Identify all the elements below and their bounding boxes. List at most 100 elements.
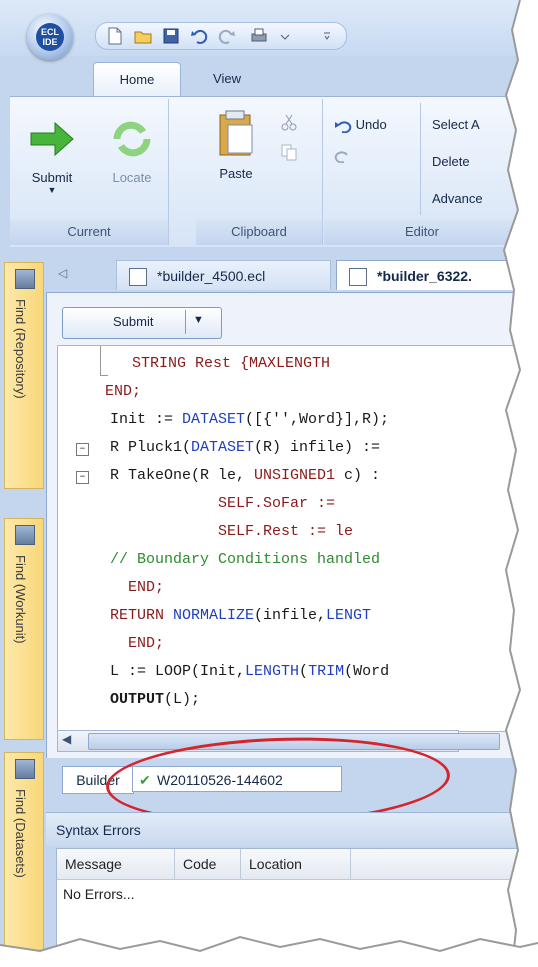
code-line-12: L := LOOP(Init,LENGTH(TRIM(Word bbox=[110, 658, 389, 686]
document-tab-builder-4500[interactable]: *builder_4500.ecl bbox=[116, 260, 331, 290]
cut-icon[interactable] bbox=[280, 113, 298, 134]
application-menu-button[interactable]: ECL IDE bbox=[27, 14, 73, 60]
paste-label: Paste bbox=[219, 166, 253, 181]
ribbon: Submit ▼ Locate Current Paste Clipboard bbox=[10, 96, 520, 247]
code-line-8-comment: // Boundary Conditions handled bbox=[110, 551, 381, 568]
column-header-location[interactable]: Location bbox=[241, 849, 351, 879]
undo-icon[interactable] bbox=[190, 27, 208, 45]
advanced-button[interactable]: Advance bbox=[432, 191, 483, 206]
redo-button[interactable] bbox=[334, 149, 352, 166]
document-tab-builder-6322[interactable]: *builder_6322. bbox=[336, 260, 520, 290]
datasets-icon bbox=[15, 759, 35, 779]
code-token: R TakeOne(R le, bbox=[110, 467, 255, 484]
torn-edge-right bbox=[502, 0, 538, 967]
locate-label: Locate bbox=[112, 170, 152, 185]
code-line-10: RETURN NORMALIZE(infile,LENGT bbox=[110, 602, 371, 630]
table-row: No Errors... bbox=[63, 886, 135, 902]
column-header-message[interactable]: Message bbox=[57, 849, 175, 879]
title-bar: ECL IDE bbox=[0, 0, 520, 60]
column-header-code[interactable]: Code bbox=[175, 849, 241, 879]
code-token: L := LOOP(Init, bbox=[110, 663, 246, 680]
paste-button[interactable]: Paste bbox=[206, 109, 266, 181]
fold-toggle-icon[interactable]: − bbox=[76, 443, 89, 456]
submit-label: Submit bbox=[31, 170, 73, 185]
submit-button[interactable]: Submit ▼ bbox=[22, 119, 82, 195]
code-token: (R) infile) := bbox=[254, 439, 381, 456]
code-line-5: R TakeOne(R le, UNSIGNED1 c) : bbox=[110, 462, 380, 490]
document-tab-label: *builder_6322. bbox=[377, 268, 472, 284]
delete-button[interactable]: Delete bbox=[432, 154, 470, 169]
workunit-icon bbox=[15, 525, 35, 545]
chevron-down-icon[interactable] bbox=[276, 27, 294, 45]
code-token: ( bbox=[299, 663, 309, 680]
code-line-1: STRING Rest {MAXLENGTH bbox=[78, 355, 331, 372]
find-datasets-panel[interactable]: Find (Datasets) bbox=[4, 752, 44, 953]
code-token: (L); bbox=[164, 691, 201, 708]
group-label-clipboard: Clipboard bbox=[196, 219, 322, 245]
fold-toggle-icon[interactable]: − bbox=[76, 471, 89, 484]
undo-arrow-icon bbox=[335, 120, 352, 133]
code-token: c) : bbox=[335, 467, 381, 484]
repository-icon bbox=[15, 269, 35, 289]
submit-split-divider bbox=[185, 310, 186, 334]
code-token-keyword: OUTPUT bbox=[110, 691, 165, 708]
code-token-function: TRIM bbox=[308, 663, 345, 680]
ribbon-group-clipboard: Paste Clipboard bbox=[196, 99, 323, 245]
syntax-errors-header: Syntax Errors bbox=[46, 812, 520, 846]
editor-group-divider bbox=[420, 103, 421, 215]
find-repository-label: Find (Repository) bbox=[13, 299, 28, 399]
select-all-button[interactable]: Select A bbox=[432, 117, 480, 132]
tab-view[interactable]: View bbox=[192, 62, 262, 96]
editor-submit-label: Submit bbox=[113, 314, 154, 329]
find-workunit-label: Find (Workunit) bbox=[13, 555, 28, 644]
code-line-3: Init := DATASET([{'',Word}],R); bbox=[110, 406, 389, 434]
open-folder-icon[interactable] bbox=[134, 27, 152, 45]
redo-icon[interactable] bbox=[218, 27, 236, 45]
code-line-2: END; bbox=[78, 383, 142, 400]
code-editor[interactable]: STRING Rest {MAXLENGTH END; Init := DATA… bbox=[57, 345, 520, 732]
new-file-icon[interactable] bbox=[106, 27, 124, 45]
tab-home[interactable]: Home bbox=[93, 62, 181, 97]
scroll-left-arrow-icon[interactable]: ◀ bbox=[62, 732, 71, 746]
code-token-keyword: RETURN bbox=[110, 607, 174, 624]
document-tab-label: *builder_4500.ecl bbox=[157, 268, 266, 284]
torn-edge-bottom bbox=[0, 935, 538, 967]
code-token-function: LENGT bbox=[326, 607, 372, 624]
print-icon[interactable] bbox=[250, 27, 268, 45]
ecl-ide-window: ECL IDE Home View Submit ▼ Locate Curren… bbox=[0, 0, 520, 953]
code-line-7: SELF.Rest := le bbox=[110, 523, 354, 540]
editor-submit-button[interactable]: Submit ▼ bbox=[62, 307, 222, 339]
group-label-editor: Editor bbox=[324, 219, 520, 245]
code-token: (infile, bbox=[254, 607, 327, 624]
syntax-errors-column-headers: Message Code Location bbox=[57, 849, 520, 880]
group-label-current: Current bbox=[10, 219, 168, 245]
ecl-ide-logo: ECL IDE bbox=[36, 23, 64, 51]
locate-button[interactable]: Locate bbox=[102, 119, 162, 185]
copy-icon[interactable] bbox=[280, 143, 298, 164]
ecl-file-icon bbox=[129, 268, 147, 286]
code-token-keyword: UNSIGNED1 bbox=[254, 467, 336, 484]
scroll-tabs-left-icon[interactable]: ◁ bbox=[58, 266, 67, 280]
paste-clipboard-icon bbox=[219, 110, 253, 156]
code-token-function: LENGTH bbox=[245, 663, 300, 680]
find-workunit-panel[interactable]: Find (Workunit) bbox=[4, 518, 44, 740]
undo-label: Undo bbox=[355, 117, 387, 132]
ecl-file-icon bbox=[349, 268, 367, 286]
code-line-6: SELF.SoFar := bbox=[110, 495, 336, 512]
code-token: (Word bbox=[344, 663, 390, 680]
find-datasets-label: Find (Datasets) bbox=[13, 789, 28, 878]
ribbon-group-current: Submit ▼ Locate Current bbox=[10, 99, 169, 245]
code-token: Init := bbox=[110, 411, 183, 428]
locate-refresh-icon bbox=[113, 121, 151, 157]
document-tab-strip: ◁ *builder_4500.ecl *builder_6322. bbox=[46, 258, 520, 292]
save-icon[interactable] bbox=[162, 27, 180, 45]
customize-toolbar-icon[interactable] bbox=[318, 27, 336, 45]
ribbon-group-editor: Undo Select A Delete Advance Editor bbox=[324, 99, 520, 245]
code-line-11: END; bbox=[110, 635, 165, 652]
code-token-function: DATASET bbox=[182, 411, 246, 428]
undo-button[interactable]: Undo bbox=[334, 117, 387, 133]
find-repository-panel[interactable]: Find (Repository) bbox=[4, 262, 44, 489]
code-line-4: R Pluck1(DATASET(R) infile) := bbox=[110, 434, 380, 462]
submit-dropdown-icon[interactable]: ▼ bbox=[22, 185, 82, 195]
submit-dropdown-chevron-icon[interactable]: ▼ bbox=[193, 314, 204, 326]
